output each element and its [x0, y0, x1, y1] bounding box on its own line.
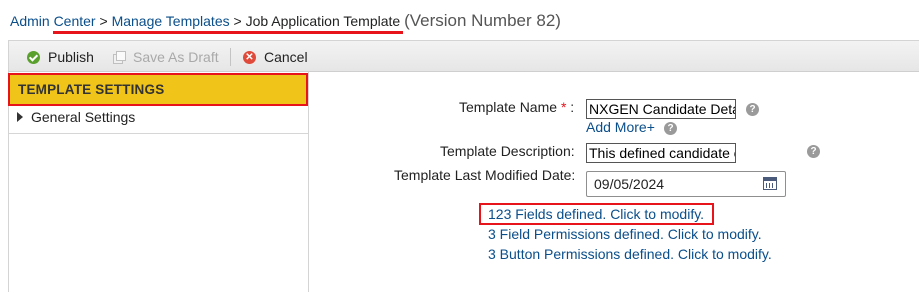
help-icon[interactable]: ? — [664, 122, 677, 135]
sidebar-item-general-settings[interactable]: General Settings — [17, 109, 135, 125]
breadcrumb-separator: > — [233, 13, 242, 29]
version-number: (Version Number 82) — [404, 11, 561, 30]
toolbar: Publish Save As Draft ✕ Cancel — [8, 40, 919, 72]
publish-button[interactable]: Publish — [27, 48, 94, 66]
publish-label: Publish — [48, 49, 94, 65]
help-icon[interactable]: ? — [807, 145, 820, 158]
toolbar-separator — [230, 48, 231, 66]
template-description-label: Template Description: — [440, 143, 575, 159]
save-as-draft-button[interactable]: Save As Draft — [113, 48, 219, 66]
required-mark: * — [560, 99, 567, 115]
cancel-circle-icon: ✕ — [243, 50, 256, 64]
last-modified-date-field[interactable]: 09/05/2024 — [586, 171, 786, 197]
fields-defined-link[interactable]: 123 Fields defined. Click to modify. — [488, 206, 704, 222]
add-more-link[interactable]: Add More+ — [586, 119, 655, 135]
button-permissions-link[interactable]: 3 Button Permissions defined. Click to m… — [488, 246, 772, 262]
template-settings-header[interactable]: TEMPLATE SETTINGS — [8, 73, 308, 106]
check-circle-icon — [27, 50, 40, 64]
copy-icon — [113, 51, 126, 64]
expand-arrow-icon — [17, 112, 23, 122]
cancel-button[interactable]: ✕ Cancel — [243, 48, 308, 66]
breadcrumb-admin-center-link[interactable]: Admin Center — [10, 13, 96, 29]
sidebar-item-label: General Settings — [31, 109, 136, 125]
breadcrumb-separator: > — [99, 13, 108, 29]
sidebar-divider — [9, 133, 308, 134]
breadcrumb-current-page: Job Application Template — [245, 13, 401, 29]
template-description-input[interactable]: This defined candidate o — [586, 143, 736, 163]
cancel-label: Cancel — [264, 49, 308, 65]
template-name-label: Template Name * : — [459, 99, 575, 115]
calendar-icon[interactable] — [763, 177, 777, 190]
help-icon[interactable]: ? — [746, 103, 759, 116]
field-permissions-link[interactable]: 3 Field Permissions defined. Click to mo… — [488, 226, 762, 242]
breadcrumb: Admin Center > Manage Templates > Job Ap… — [10, 11, 561, 31]
template-name-input[interactable]: NXGEN Candidate Deta — [586, 99, 736, 119]
breadcrumb-manage-templates-link[interactable]: Manage Templates — [112, 13, 230, 29]
last-modified-date-label: Template Last Modified Date: — [394, 167, 576, 183]
save-as-draft-label: Save As Draft — [133, 49, 219, 65]
highlight-underline — [53, 31, 403, 34]
